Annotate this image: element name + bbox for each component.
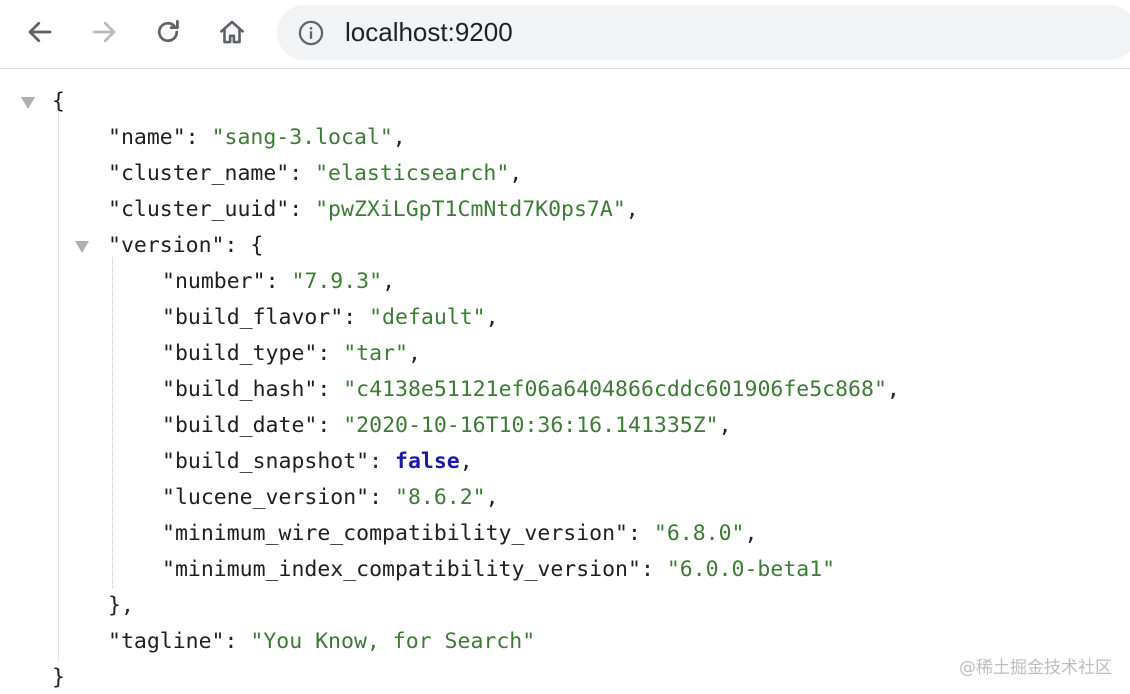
json-string-value: "default" bbox=[369, 305, 486, 330]
json-key: "name" bbox=[108, 125, 186, 150]
json-string-value: "tar" bbox=[343, 341, 408, 366]
json-row-number: "number": "7.9.3", bbox=[162, 269, 396, 294]
json-key: "build_hash" bbox=[162, 377, 318, 402]
json-string-value: "7.9.3" bbox=[291, 269, 383, 294]
json-key: "build_snapshot" bbox=[162, 449, 370, 474]
info-icon[interactable] bbox=[297, 19, 325, 47]
triangle-down-icon bbox=[75, 241, 89, 253]
json-row-tagline: "tagline": "You Know, for Search" bbox=[108, 629, 536, 654]
json-row-cluster-name: "cluster_name": "elasticsearch", bbox=[108, 161, 523, 186]
address-bar[interactable]: localhost:9200 bbox=[277, 5, 1130, 60]
json-string-value: "pwZXiLGpT1CmNtd7K0ps7A" bbox=[315, 197, 626, 222]
json-row-version: "version": { bbox=[108, 233, 264, 258]
arrow-right-icon bbox=[92, 21, 116, 43]
json-row-build-flavor: "build_flavor": "default", bbox=[162, 305, 499, 330]
json-key: "build_date" bbox=[162, 413, 318, 438]
root-indent-guide bbox=[58, 113, 59, 660]
back-button[interactable] bbox=[22, 14, 58, 50]
json-key: "build_type" bbox=[162, 341, 318, 366]
json-row-lucene-version: "lucene_version": "8.6.2", bbox=[162, 485, 499, 510]
json-row-build-date: "build_date": "2020-10-16T10:36:16.14133… bbox=[162, 413, 732, 438]
home-button[interactable] bbox=[214, 14, 250, 50]
reload-button[interactable] bbox=[150, 14, 186, 50]
json-version-close-brace: }, bbox=[108, 593, 134, 618]
json-row-build-snapshot: "build_snapshot": false, bbox=[162, 449, 473, 474]
collapse-version-toggle[interactable] bbox=[74, 240, 90, 254]
json-string-value: "You Know, for Search" bbox=[250, 629, 536, 654]
browser-toolbar: localhost:9200 bbox=[0, 0, 1130, 69]
json-string-value: "sang-3.local" bbox=[211, 125, 393, 150]
json-key: "version" bbox=[108, 233, 225, 258]
triangle-down-icon bbox=[21, 97, 35, 109]
json-key: "number" bbox=[162, 269, 266, 294]
json-string-value: "2020-10-16T10:36:16.141335Z" bbox=[343, 413, 719, 438]
json-row-build-hash: "build_hash": "c4138e51121ef06a6404866cd… bbox=[162, 377, 900, 402]
watermark: @稀土掘金技术社区 bbox=[959, 658, 1112, 678]
json-key: "cluster_uuid" bbox=[108, 197, 290, 222]
json-string-value: "elasticsearch" bbox=[315, 161, 510, 186]
reload-icon bbox=[157, 20, 179, 43]
json-string-value: "8.6.2" bbox=[395, 485, 486, 510]
json-key: "build_flavor" bbox=[162, 305, 344, 330]
json-viewer: { "name": "sang-3.local", "cluster_name"… bbox=[0, 69, 1130, 694]
json-row-build-type: "build_type": "tar", bbox=[162, 341, 421, 366]
json-open-brace: { bbox=[52, 89, 65, 114]
json-row-cluster-uuid: "cluster_uuid": "pwZXiLGpT1CmNtd7K0ps7A"… bbox=[108, 197, 639, 222]
json-row-min-wire-compat: "minimum_wire_compatibility_version": "6… bbox=[162, 521, 758, 546]
json-key: "tagline" bbox=[108, 629, 225, 654]
forward-button[interactable] bbox=[86, 14, 122, 50]
json-string-value: "c4138e51121ef06a6404866cddc601906fe5c86… bbox=[343, 377, 887, 402]
json-key: "cluster_name" bbox=[108, 161, 290, 186]
json-row-name: "name": "sang-3.local", bbox=[108, 125, 406, 150]
json-row-min-index-compat: "minimum_index_compatibility_version": "… bbox=[162, 557, 836, 582]
json-boolean-value: false bbox=[395, 449, 460, 474]
arrow-left-icon bbox=[28, 21, 52, 43]
json-close-brace: } bbox=[52, 665, 65, 690]
json-key: "lucene_version" bbox=[162, 485, 370, 510]
url-text[interactable]: localhost:9200 bbox=[345, 16, 513, 48]
json-key: "minimum_index_compatibility_version" bbox=[162, 557, 641, 582]
json-key: "minimum_wire_compatibility_version" bbox=[162, 521, 628, 546]
collapse-root-toggle[interactable] bbox=[20, 96, 36, 110]
version-indent-guide bbox=[112, 257, 113, 588]
json-string-value: "6.8.0" bbox=[653, 521, 745, 546]
json-string-value: "6.0.0-beta1" bbox=[666, 557, 836, 582]
home-icon bbox=[220, 20, 244, 44]
